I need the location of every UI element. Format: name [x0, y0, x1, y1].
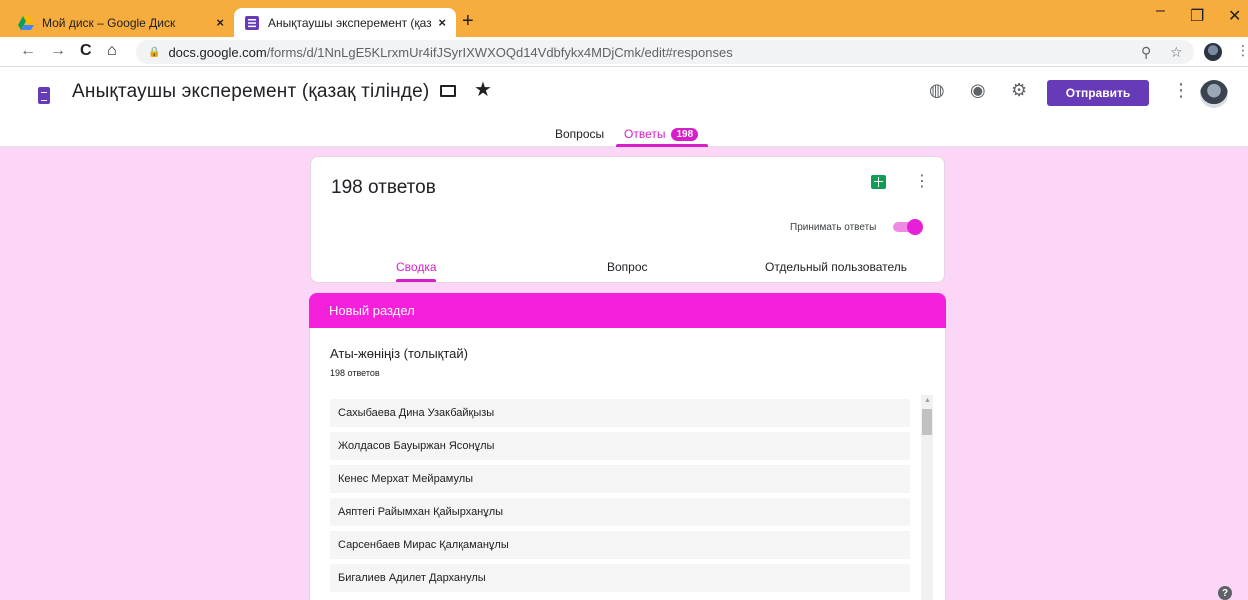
question-card: Аты-жөніңіз (толықтай) 198 ответов Сахыб…: [309, 328, 946, 600]
close-tab-icon[interactable]: ×: [438, 15, 446, 30]
google-forms-icon: [245, 15, 259, 30]
menu-icon[interactable]: ⋮: [1236, 42, 1248, 59]
minimize-icon[interactable]: –: [1156, 2, 1165, 20]
answer-list-scrollbar[interactable]: ▲: [921, 395, 933, 600]
scroll-up-icon[interactable]: ▲: [924, 397, 931, 404]
address-bar[interactable]: 🔒 docs.google.com/forms/d/1NnLgE5KLrxmUr…: [136, 40, 1194, 64]
new-tab-button[interactable]: +: [462, 10, 474, 33]
restore-icon[interactable]: ❐: [1190, 6, 1204, 26]
tab-responses-label: Ответы: [624, 127, 666, 141]
list-item: Бигалиев Адилет Дарханулы: [330, 564, 910, 592]
tab-summary[interactable]: Сводка: [396, 260, 437, 274]
list-item: Сахыбаева Дина Узакбайқызы: [330, 399, 910, 427]
palette-icon[interactable]: ◍: [929, 80, 945, 101]
list-item: Жолдасов Бауыржан Ясонұлы: [330, 432, 910, 460]
section-title: Новый раздел: [329, 303, 415, 318]
browser-tab-form[interactable]: Анықтаушы эксперемент (қазақ ×: [234, 8, 456, 37]
list-item: Кенес Мерхат Мейрамулы: [330, 465, 910, 493]
responses-summary-card: 198 ответов ⋮ Принимать ответы Сводка Во…: [310, 156, 945, 283]
lock-icon: 🔒: [148, 46, 161, 58]
close-tab-icon[interactable]: ×: [216, 15, 224, 30]
browser-tab-title: Анықтаушы эксперемент (қазақ: [268, 15, 433, 30]
active-tab-indicator: [616, 144, 708, 147]
url-host: docs.google.com: [168, 44, 267, 60]
bookmark-star-icon[interactable]: ☆: [1170, 44, 1183, 61]
answer-list: Сахыбаева Дина Узакбайқызы Жолдасов Бауы…: [330, 399, 910, 597]
form-tabs: Вопросы Ответы 198: [0, 127, 1248, 147]
help-icon[interactable]: ?: [1218, 586, 1232, 600]
question-response-count: 198 ответов: [330, 368, 380, 378]
tab-responses[interactable]: Ответы 198: [624, 127, 699, 141]
google-drive-icon: [18, 15, 34, 30]
tab-individual[interactable]: Отдельный пользователь: [765, 260, 907, 274]
home-icon[interactable]: ⌂: [107, 42, 117, 60]
back-icon[interactable]: ←: [20, 42, 36, 60]
response-count: 198 ответов: [331, 177, 436, 198]
star-icon[interactable]: ★: [474, 77, 492, 102]
browser-tab-drive[interactable]: Мой диск – Google Диск ×: [8, 8, 234, 37]
list-item: Сарсенбаев Мирас Қалқаманұлы: [330, 531, 910, 559]
settings-gear-icon[interactable]: ⚙: [1011, 80, 1027, 101]
page-title[interactable]: Анықтаушы эксперемент (қазақ тілінде): [72, 81, 429, 103]
reload-icon[interactable]: C: [80, 42, 92, 60]
accept-responses-label: Принимать ответы: [790, 222, 877, 233]
more-vert-icon[interactable]: ⋮: [1172, 80, 1190, 101]
responses-count-badge: 198: [671, 127, 699, 141]
folder-icon[interactable]: [440, 85, 456, 97]
google-sheets-icon[interactable]: [871, 175, 886, 189]
scrollbar-thumb[interactable]: [922, 409, 932, 435]
zoom-icon[interactable]: ⚲: [1141, 44, 1151, 61]
list-item: Аяптегі Райымхан Қайырханұлы: [330, 498, 910, 526]
question-title: Аты-жөніңіз (толықтай): [330, 346, 468, 361]
tab-question[interactable]: Вопрос: [607, 260, 648, 274]
toggle-knob: [907, 219, 923, 235]
profile-icon[interactable]: [1204, 43, 1222, 61]
close-window-icon[interactable]: ✕: [1228, 6, 1241, 26]
active-subtab-indicator: [396, 279, 436, 282]
tab-questions[interactable]: Вопросы: [555, 127, 604, 141]
browser-toolbar: ← → C ⌂ 🔒 docs.google.com/forms/d/1NnLgE…: [0, 37, 1248, 67]
avatar[interactable]: [1200, 80, 1228, 108]
forward-icon[interactable]: →: [50, 42, 66, 60]
section-header: Новый раздел: [309, 293, 946, 328]
more-vert-icon[interactable]: ⋮: [914, 171, 930, 191]
url-path: /forms/d/1NnLgE5KLrxmUr4ifJSyrIXWXOQd14V…: [266, 44, 733, 60]
forms-logo-icon[interactable]: [38, 87, 50, 104]
accept-responses-toggle[interactable]: [893, 219, 925, 235]
send-button[interactable]: Отправить: [1047, 80, 1149, 106]
preview-eye-icon[interactable]: ◉: [970, 80, 986, 101]
browser-tab-strip: Мой диск – Google Диск × Анықтаушы экспе…: [0, 0, 1248, 37]
browser-tab-title: Мой диск – Google Диск: [42, 15, 176, 30]
